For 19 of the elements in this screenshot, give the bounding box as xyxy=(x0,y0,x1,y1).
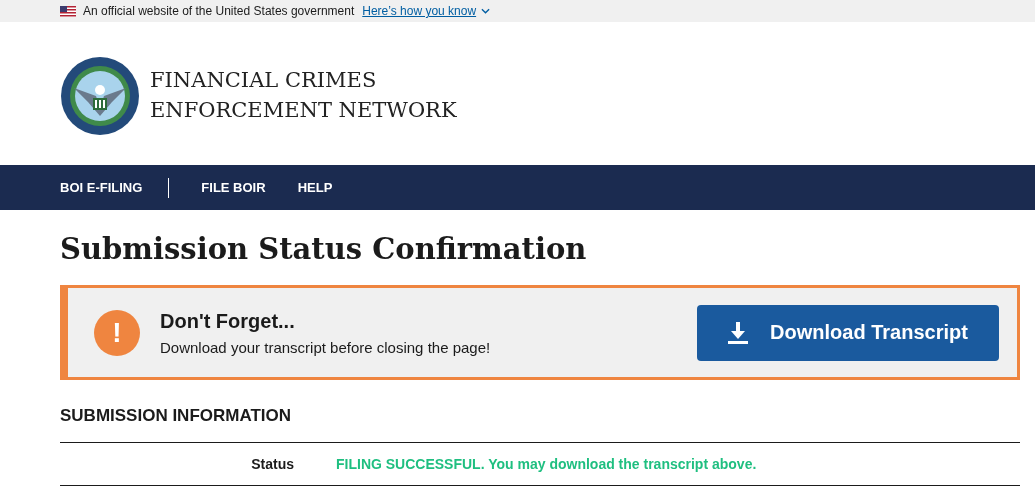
agency-name: ENFORCEMENT NETWORK xyxy=(150,96,457,124)
alert-text: Download your transcript before closing the page! xyxy=(160,338,492,356)
alert-icon: ! xyxy=(94,309,140,356)
banner-text: An official website of the United States government xyxy=(83,4,355,18)
nav-link[interactable]: BOI E-FILING xyxy=(60,180,143,195)
download-transcript-button[interactable]: Download Transcript xyxy=(697,304,999,361)
section-heading: SUBMISSION INFORMATION xyxy=(60,406,293,426)
alert-heading: Don't Forget... xyxy=(160,309,296,333)
status-value: FILING SUCCESSFUL. You may download the transcript above. xyxy=(336,456,757,472)
how-you-know-link[interactable]: Here’s how you know xyxy=(362,4,477,18)
seal-logo[interactable] xyxy=(60,55,140,136)
download-icon xyxy=(728,321,749,344)
chevron-icon[interactable] xyxy=(481,8,491,14)
page-title: Submission Status Confirmation xyxy=(60,232,588,266)
field-label: Status xyxy=(250,456,294,472)
nav-link[interactable]: HELP xyxy=(297,180,333,195)
agency-name: FINANCIAL CRIMES xyxy=(150,66,378,94)
flag-icon xyxy=(60,5,76,17)
nav-link[interactable]: FILE BOIR xyxy=(201,180,266,195)
